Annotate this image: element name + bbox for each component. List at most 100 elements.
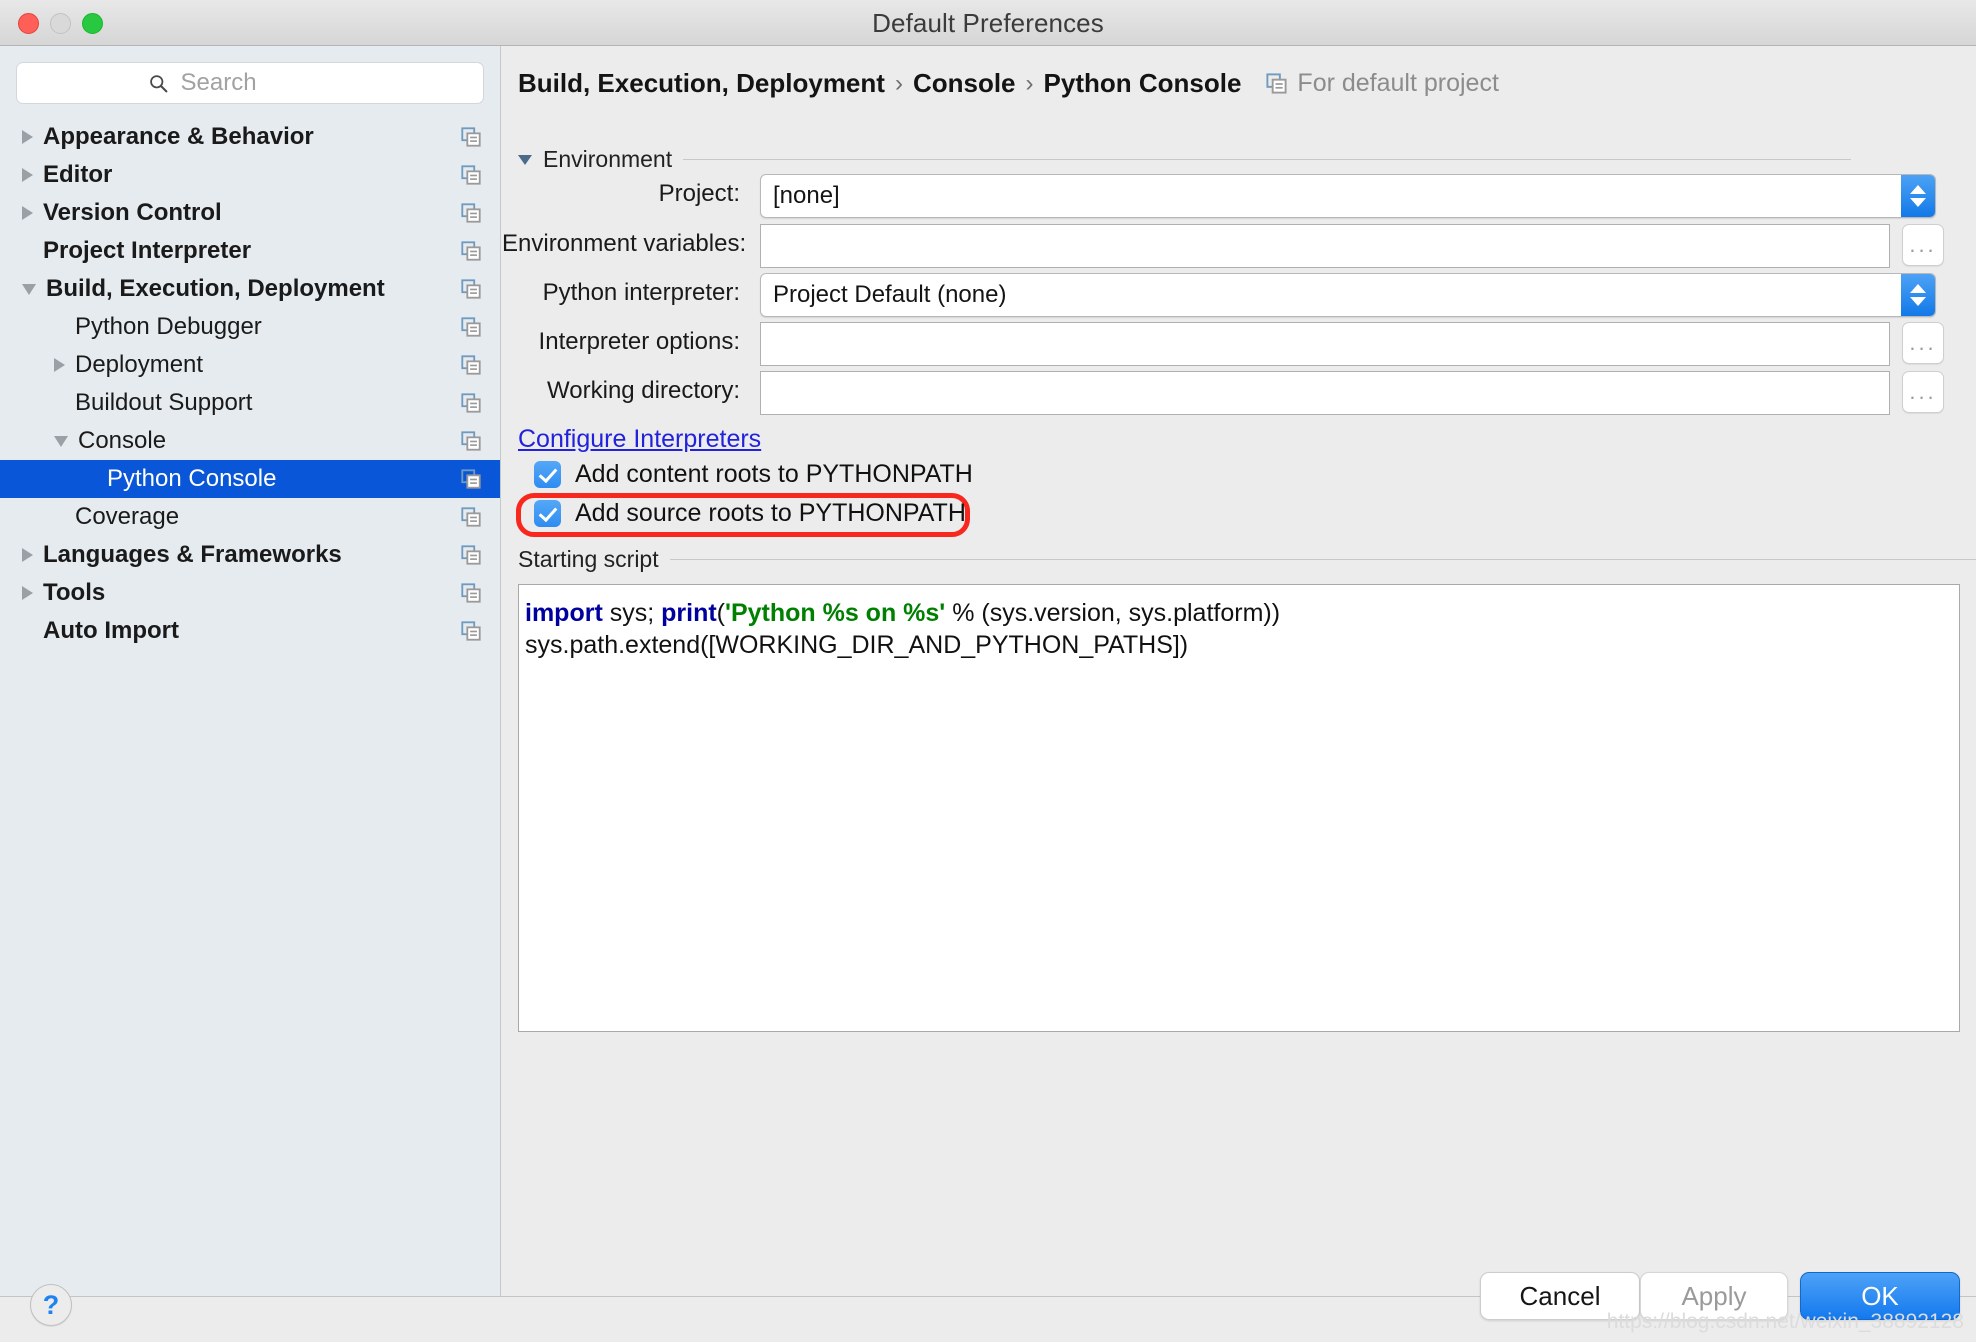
copy-settings-icon[interactable]	[460, 582, 482, 604]
scope-note-label: For default project	[1297, 69, 1499, 97]
chevron-right-icon[interactable]	[22, 130, 33, 144]
copy-settings-icon	[1266, 73, 1287, 94]
help-button[interactable]: ?	[30, 1284, 72, 1326]
sidebar-item-label: Version Control	[43, 199, 222, 226]
sidebar-item-version-control[interactable]: Version Control	[0, 194, 500, 232]
sidebar-item-appearance-behavior[interactable]: Appearance & Behavior	[0, 118, 500, 156]
chevron-right-icon[interactable]	[54, 358, 65, 372]
copy-settings-icon[interactable]	[460, 544, 482, 566]
environment-section-title: Environment	[543, 146, 673, 172]
section-divider-line	[683, 159, 1852, 160]
add-source-roots-checkbox-row[interactable]: Add source roots to PYTHONPATH	[534, 499, 966, 528]
sidebar-item-coverage[interactable]: Coverage	[0, 498, 500, 536]
copy-settings-icon[interactable]	[460, 240, 482, 262]
interpreter-options-browse-button[interactable]: ...	[1902, 322, 1944, 364]
environment-variables-browse-button[interactable]: ...	[1902, 224, 1944, 266]
settings-sidebar: Appearance & Behavior Editor Version Con…	[0, 46, 501, 1296]
working-directory-browse-button[interactable]: ...	[1902, 371, 1944, 413]
chevron-right-icon[interactable]	[22, 206, 33, 220]
sidebar-item-editor[interactable]: Editor	[0, 156, 500, 194]
interpreter-options-label: Interpreter options:	[538, 328, 740, 355]
twisty-spacer	[22, 626, 33, 637]
sidebar-item-label: Coverage	[75, 503, 180, 530]
interpreter-options-input[interactable]	[760, 322, 1890, 366]
copy-settings-icon[interactable]	[460, 126, 482, 148]
sidebar-item-project-interpreter[interactable]: Project Interpreter	[0, 232, 500, 270]
chevron-up-icon	[1910, 185, 1926, 194]
watermark-text: https://blog.csdn.net/weixin_38892128	[1606, 1310, 1964, 1333]
environment-variables-input[interactable]	[760, 224, 1890, 268]
sidebar-item-deployment[interactable]: Deployment	[0, 346, 500, 384]
breadcrumb-part-1[interactable]: Build, Execution, Deployment	[518, 68, 885, 99]
copy-settings-icon[interactable]	[460, 392, 482, 414]
code-token: (	[716, 599, 725, 627]
copy-settings-icon[interactable]	[460, 164, 482, 186]
python-interpreter-combo-stepper[interactable]	[1901, 274, 1935, 316]
sidebar-item-python-console[interactable]: Python Console	[0, 460, 500, 498]
python-interpreter-combo[interactable]: Project Default (none)	[760, 273, 1936, 317]
sidebar-item-auto-import[interactable]: Auto Import	[0, 612, 500, 650]
triangle-down-icon	[518, 154, 532, 165]
search-box[interactable]	[16, 62, 484, 104]
chevron-right-icon[interactable]	[22, 586, 33, 600]
twisty-spacer	[54, 512, 65, 523]
chevron-right-icon[interactable]	[22, 168, 33, 182]
breadcrumb-part-3: Python Console	[1043, 68, 1242, 98]
copy-settings-icon[interactable]	[460, 354, 482, 376]
settings-main-panel: Build, Execution, Deployment › Console ›…	[502, 46, 1976, 1296]
search-input[interactable]	[178, 68, 353, 98]
project-combo[interactable]: [none]	[760, 174, 1936, 218]
sidebar-item-tools[interactable]: Tools	[0, 574, 500, 612]
copy-settings-icon[interactable]	[460, 316, 482, 338]
twisty-spacer	[86, 474, 97, 485]
copy-settings-icon[interactable]	[460, 506, 482, 528]
breadcrumb-part-2[interactable]: Console	[913, 68, 1016, 99]
chevron-right-icon[interactable]	[22, 548, 33, 562]
sidebar-item-python-debugger[interactable]: Python Debugger	[0, 308, 500, 346]
project-label: Project:	[658, 180, 740, 207]
code-token: 'Python %s on %s'	[725, 599, 946, 627]
python-interpreter-combo-value: Project Default (none)	[773, 281, 1007, 308]
sidebar-item-languages-frameworks[interactable]: Languages & Frameworks	[0, 536, 500, 574]
python-interpreter-label: Python interpreter:	[542, 279, 740, 306]
code-token: sys;	[602, 599, 662, 627]
chevron-down-icon[interactable]	[54, 435, 68, 447]
add-content-roots-checkbox[interactable]	[534, 461, 561, 488]
twisty-spacer	[22, 246, 33, 257]
chevron-up-icon	[1910, 284, 1926, 293]
sidebar-item-label: Deployment	[75, 351, 204, 378]
copy-settings-icon[interactable]	[460, 620, 482, 642]
sidebar-item-buildout-support[interactable]: Buildout Support	[0, 384, 500, 422]
starting-script-section-header: Starting script	[518, 546, 1976, 573]
chevron-down-icon	[1910, 198, 1926, 207]
copy-settings-icon[interactable]	[460, 430, 482, 452]
preferences-window: Default Preferences Appearance & Behavio…	[0, 0, 1976, 1342]
add-content-roots-label: Add content roots to PYTHONPATH	[575, 460, 973, 488]
sidebar-item-build-execution-deployment[interactable]: Build, Execution, Deployment	[0, 270, 500, 308]
add-content-roots-checkbox-row[interactable]: Add content roots to PYTHONPATH	[534, 460, 973, 489]
breadcrumb-separator: ›	[1025, 69, 1034, 97]
working-directory-input[interactable]	[760, 371, 1890, 415]
copy-settings-icon[interactable]	[460, 202, 482, 224]
starting-script-title: Starting script	[518, 546, 659, 572]
sidebar-item-label: Editor	[43, 161, 113, 188]
section-divider-line	[669, 559, 1976, 560]
sidebar-item-console[interactable]: Console	[0, 422, 500, 460]
starting-script-editor[interactable]: import sys; print('Python %s on %s' % (s…	[518, 584, 1960, 1032]
copy-settings-icon[interactable]	[460, 278, 482, 300]
twisty-spacer	[54, 398, 65, 409]
sidebar-item-label: Console	[78, 427, 167, 454]
configure-interpreters-link[interactable]: Configure Interpreters	[518, 425, 761, 454]
breadcrumb-separator: ›	[894, 69, 903, 97]
sidebar-item-label: Tools	[43, 579, 106, 606]
working-directory-label: Working directory:	[547, 377, 740, 404]
breadcrumb-scope-note: For default project	[1265, 69, 1499, 98]
add-source-roots-checkbox[interactable]	[534, 500, 561, 527]
sidebar-item-label: Python Console	[107, 465, 277, 492]
environment-section-header[interactable]: Environment	[518, 146, 1852, 173]
add-source-roots-label: Add source roots to PYTHONPATH	[575, 499, 966, 527]
chevron-down-icon[interactable]	[22, 283, 36, 295]
project-combo-stepper[interactable]	[1901, 175, 1935, 217]
copy-settings-icon[interactable]	[460, 468, 482, 490]
code-line: sys.path.extend([WORKING_DIR_AND_PYTHON_…	[525, 629, 1959, 661]
